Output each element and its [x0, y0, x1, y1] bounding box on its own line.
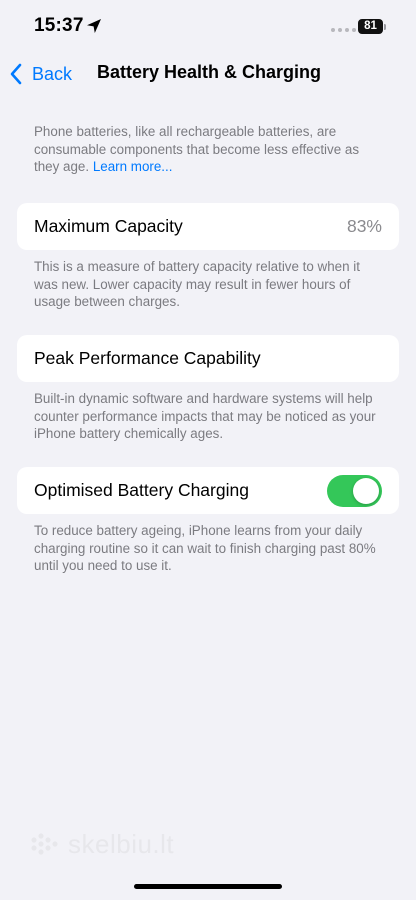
peak-performance-label: Peak Performance Capability	[34, 348, 261, 368]
intro-text: Phone batteries, like all rechargeable b…	[34, 123, 384, 176]
page-title: Battery Health & Charging	[97, 62, 322, 82]
optimised-charging-row: Optimised Battery Charging	[17, 467, 399, 514]
watermark: skelbiu.lt	[26, 826, 174, 862]
optimised-charging-toggle[interactable]	[327, 475, 382, 507]
peak-performance-row[interactable]: Peak Performance Capability	[17, 335, 399, 382]
intro-body: Phone batteries, like all rechargeable b…	[34, 124, 360, 175]
battery-icon: 81	[358, 19, 383, 34]
peak-performance-footnote: Built-in dynamic software and hardware s…	[34, 391, 376, 442]
location-arrow-icon	[87, 19, 101, 33]
home-indicator[interactable]	[134, 884, 282, 889]
maximum-capacity-value: 83%	[346, 216, 382, 236]
maximum-capacity-footnote: This is a measure of battery capacity re…	[34, 259, 360, 310]
maximum-capacity-row: Maximum Capacity 83%	[17, 203, 399, 250]
cellular-signal-icon	[331, 28, 356, 32]
battery-cap	[384, 24, 386, 30]
watermark-text: skelbiu.lt	[68, 828, 175, 859]
maximum-capacity-label: Maximum Capacity	[34, 216, 183, 236]
status-bar: 15:37 81	[0, 0, 416, 54]
learn-more-link[interactable]: Learn more...	[93, 159, 173, 174]
back-button[interactable]: Back	[8, 60, 72, 88]
optimised-charging-footnote: To reduce battery ageing, iPhone learns …	[34, 523, 376, 574]
watermark-logo-icon	[31, 833, 58, 855]
status-time: 15:37	[34, 15, 84, 36]
toggle-knob	[353, 478, 379, 504]
optimised-charging-label: Optimised Battery Charging	[34, 480, 249, 500]
back-label: Back	[32, 63, 73, 84]
chevron-left-icon	[10, 63, 22, 85]
